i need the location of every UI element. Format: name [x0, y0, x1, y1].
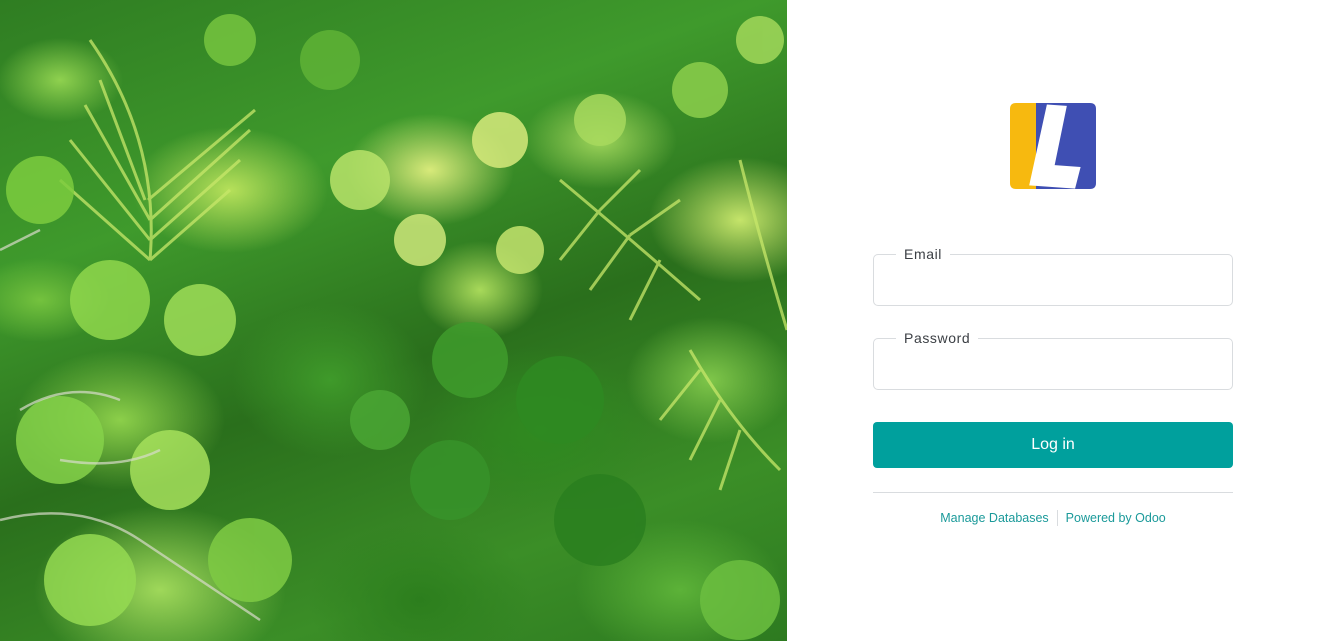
link-separator	[1056, 510, 1058, 526]
email-input[interactable]	[874, 255, 1232, 305]
foliage-illustration	[0, 14, 787, 640]
login-button[interactable]: Log in	[873, 422, 1233, 468]
login-panel: Email Password Log in Manage Databases P…	[787, 0, 1319, 641]
divider	[873, 492, 1233, 493]
background-photo	[0, 0, 787, 641]
password-field[interactable]: Password	[873, 329, 1233, 390]
footer-links: Manage Databases Powered by Odoo	[873, 510, 1233, 526]
email-field[interactable]: Email	[873, 245, 1233, 306]
password-input[interactable]	[874, 339, 1232, 389]
powered-by-odoo-link[interactable]: Powered by Odoo	[1066, 511, 1166, 525]
manage-databases-link[interactable]: Manage Databases	[940, 511, 1048, 525]
login-page: Email Password Log in Manage Databases P…	[0, 0, 1319, 641]
letter-l-logo-icon	[1010, 103, 1096, 189]
